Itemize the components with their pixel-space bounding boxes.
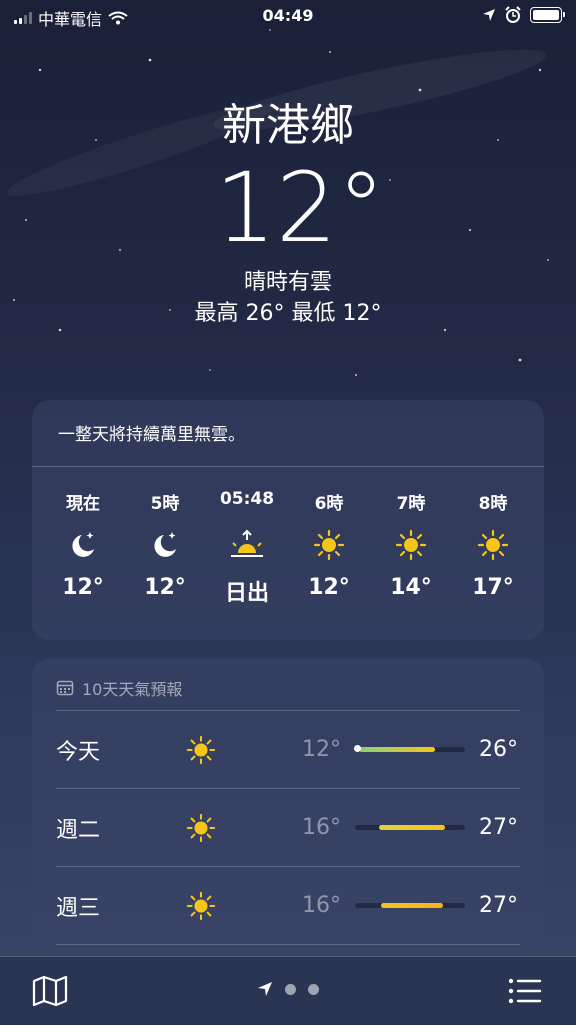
day-high-temperature: 27°	[479, 815, 518, 840]
day-name: 週三	[56, 895, 101, 921]
current-temperature: 12°	[214, 152, 386, 264]
page-indicator[interactable]	[0, 981, 576, 997]
day-row[interactable]: 今天 12° 26°	[56, 711, 520, 789]
sun-icon	[477, 529, 509, 561]
hour-item: 現在 12°	[42, 489, 124, 607]
ten-day-header: 10天天氣預報	[56, 676, 520, 711]
day-row[interactable]: 週二 16° 27°	[56, 789, 520, 867]
hour-label: 7時	[396, 494, 426, 514]
sun-icon	[186, 891, 216, 920]
status-bar: 中華電信 04:49	[0, 0, 576, 34]
calendar-icon	[56, 680, 74, 696]
hour-label: 現在	[66, 494, 100, 514]
hour-label: 6時	[314, 494, 344, 514]
hour-temperature: 12°	[144, 575, 186, 600]
ten-day-title: 10天天氣預報	[82, 680, 183, 699]
battery-icon	[530, 7, 565, 23]
hour-item: 5時 12°	[124, 489, 206, 607]
day-low-temperature: 12°	[302, 737, 341, 762]
page-dot	[308, 983, 319, 995]
weather-condition: 晴時有雲	[243, 270, 332, 295]
location-list-button[interactable]	[508, 977, 542, 1009]
hour-temperature: 日出	[224, 581, 269, 606]
moon-star-icon	[72, 532, 94, 557]
day-name: 週二	[56, 817, 101, 843]
forecast-summary: 一整天將持續萬里無雲。	[32, 400, 544, 467]
sun-icon	[395, 529, 427, 561]
page-dot	[285, 983, 296, 995]
hour-label: 8時	[478, 494, 508, 514]
hour-item: 6時 12°	[288, 489, 370, 607]
bottom-toolbar	[0, 956, 576, 1025]
temperature-range-bar	[354, 745, 465, 752]
current-location-icon	[258, 982, 272, 996]
day-low-temperature: 16°	[302, 893, 341, 918]
list-icon	[508, 978, 542, 1004]
day-high-temperature: 26°	[479, 737, 518, 762]
temperature-range-bar	[355, 825, 465, 830]
alarm-icon	[505, 6, 521, 23]
current-weather: 新港鄉 12° 晴時有雲 最高 26° 最低 12°	[0, 96, 576, 330]
high-low-temperature: 最高 26° 最低 12°	[194, 301, 382, 326]
hour-item: 8時 17°	[452, 489, 534, 607]
day-low-temperature: 16°	[302, 815, 341, 840]
hour-temperature: 17°	[472, 575, 514, 600]
hour-temperature: 14°	[390, 575, 432, 600]
ten-day-forecast-card[interactable]: 10天天氣預報 今天 12° 26° 週二 16° 27° 週三 16° 27°	[32, 658, 544, 968]
sun-icon	[313, 529, 345, 561]
sunrise-icon	[231, 529, 263, 557]
location-arrow-icon	[483, 9, 495, 21]
hour-temperature: 12°	[62, 575, 104, 600]
sun-icon	[186, 813, 216, 842]
day-name: 今天	[56, 739, 101, 765]
hour-label: 05:48	[219, 489, 275, 509]
hour-temperature: 12°	[308, 575, 350, 600]
day-high-temperature: 27°	[479, 893, 518, 918]
hourly-forecast-card[interactable]: 一整天將持續萬里無雲。 現在 12° 5時 12° 05:48 日出 6時 12…	[32, 400, 544, 640]
hourly-list[interactable]: 現在 12° 5時 12° 05:48 日出 6時 12° 7時 14° 8時 …	[32, 467, 544, 607]
hour-item: 05:48 日出	[206, 489, 288, 607]
sun-icon	[186, 735, 216, 764]
temperature-range-bar	[355, 903, 465, 908]
hour-label: 5時	[150, 494, 180, 514]
hour-item: 7時 14°	[370, 489, 452, 607]
moon-star-icon	[154, 532, 176, 557]
day-row[interactable]: 週三 16° 27°	[56, 867, 520, 945]
city-name: 新港鄉	[222, 100, 354, 151]
